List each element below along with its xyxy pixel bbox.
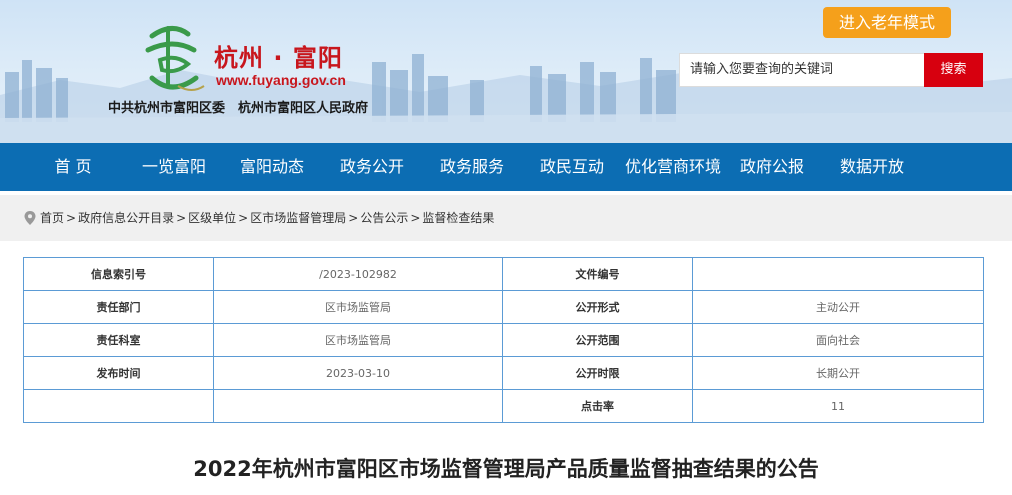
nav-item-open-data[interactable]: 数据开放 — [834, 143, 910, 191]
nav-item-overview[interactable]: 一览富阳 — [136, 143, 212, 191]
breadcrumb-separator: > — [66, 211, 77, 225]
breadcrumb-bar: 首页 > 政府信息公开目录 > 区级单位 > 区市场监督管理局 > 公告公示 >… — [0, 195, 1012, 241]
nav-item-news[interactable]: 富阳动态 — [234, 143, 310, 191]
site-domain: www.fuyang.gov.cn — [216, 72, 346, 88]
label-publish-date: 发布时间 — [23, 356, 214, 390]
value-responsible-office: 区市场监管局 — [213, 323, 503, 357]
header-banner: 杭州 · 富阳 www.fuyang.gov.cn 中共杭州市富阳区委 杭州市富… — [0, 0, 1012, 143]
info-table: 信息索引号 /2023-102982 文件编号 责任部门 区市场监管局 公开形式… — [23, 257, 984, 423]
search-button[interactable]: 搜索 — [924, 53, 983, 87]
nav-item-business-environment[interactable]: 优化营商环境 — [620, 143, 726, 191]
label-responsible-office: 责任科室 — [23, 323, 214, 357]
site-name: 杭州 · 富阳 — [214, 44, 343, 72]
location-pin-icon — [24, 211, 36, 225]
organization-names: 中共杭州市富阳区委 杭州市富阳区人民政府 — [108, 101, 369, 116]
empty-cell — [213, 389, 503, 423]
breadcrumb-item-district-units[interactable]: 区级单位 — [188, 195, 236, 241]
value-document-number — [692, 257, 984, 291]
breadcrumb-separator: > — [176, 211, 187, 225]
nav-item-home[interactable]: 首 页 — [40, 143, 106, 191]
table-row: 信息索引号 /2023-102982 文件编号 — [23, 257, 984, 291]
elder-mode-button[interactable]: 进入老年模式 — [823, 7, 951, 38]
breadcrumb-separator: > — [238, 211, 249, 225]
empty-cell — [23, 389, 214, 423]
value-disclosure-period: 长期公开 — [692, 356, 984, 390]
breadcrumb-item-info-directory[interactable]: 政府信息公开目录 — [78, 195, 174, 241]
label-index-number: 信息索引号 — [23, 257, 214, 291]
breadcrumb: 首页 > 政府信息公开目录 > 区级单位 > 区市场监督管理局 > 公告公示 >… — [24, 195, 494, 241]
label-disclosure-form: 公开形式 — [502, 290, 693, 324]
breadcrumb-item-market-bureau[interactable]: 区市场监督管理局 — [250, 195, 346, 241]
value-click-count: 11 — [692, 389, 984, 423]
main-nav: 首 页 一览富阳 富阳动态 政务公开 政务服务 政民互动 优化营商环境 政府公报… — [0, 143, 1012, 191]
value-disclosure-form: 主动公开 — [692, 290, 984, 324]
nav-item-gov-affairs-public[interactable]: 政务公开 — [334, 143, 410, 191]
breadcrumb-item-announcements[interactable]: 公告公示 — [360, 195, 408, 241]
nav-item-gov-bulletin[interactable]: 政府公报 — [734, 143, 810, 191]
table-row: 责任部门 区市场监管局 公开形式 主动公开 — [23, 290, 984, 324]
breadcrumb-separator: > — [348, 211, 359, 225]
table-row: 发布时间 2023-03-10 公开时限 长期公开 — [23, 356, 984, 390]
fuyang-logo-icon — [145, 26, 205, 91]
label-disclosure-period: 公开时限 — [502, 356, 693, 390]
value-responsible-department: 区市场监管局 — [213, 290, 503, 324]
label-click-count: 点击率 — [502, 389, 693, 423]
breadcrumb-separator: > — [410, 211, 421, 225]
nav-item-gov-services[interactable]: 政务服务 — [434, 143, 510, 191]
value-disclosure-scope: 面向社会 — [692, 323, 984, 357]
breadcrumb-item-home[interactable]: 首页 — [40, 195, 64, 241]
label-document-number: 文件编号 — [502, 257, 693, 291]
breadcrumb-item-inspection-results[interactable]: 监督检查结果 — [422, 195, 494, 241]
nav-item-interaction[interactable]: 政民互动 — [534, 143, 610, 191]
label-responsible-department: 责任部门 — [23, 290, 214, 324]
value-publish-date: 2023-03-10 — [213, 356, 503, 390]
table-row: 点击率 11 — [23, 389, 984, 423]
table-row: 责任科室 区市场监管局 公开范围 面向社会 — [23, 323, 984, 357]
value-index-number: /2023-102982 — [213, 257, 503, 291]
search-input[interactable]: 请输入您要查询的关键词 — [679, 53, 925, 87]
label-disclosure-scope: 公开范围 — [502, 323, 693, 357]
article-title: 2022年杭州市富阳区市场监督管理局产品质量监督抽查结果的公告 — [193, 457, 819, 481]
